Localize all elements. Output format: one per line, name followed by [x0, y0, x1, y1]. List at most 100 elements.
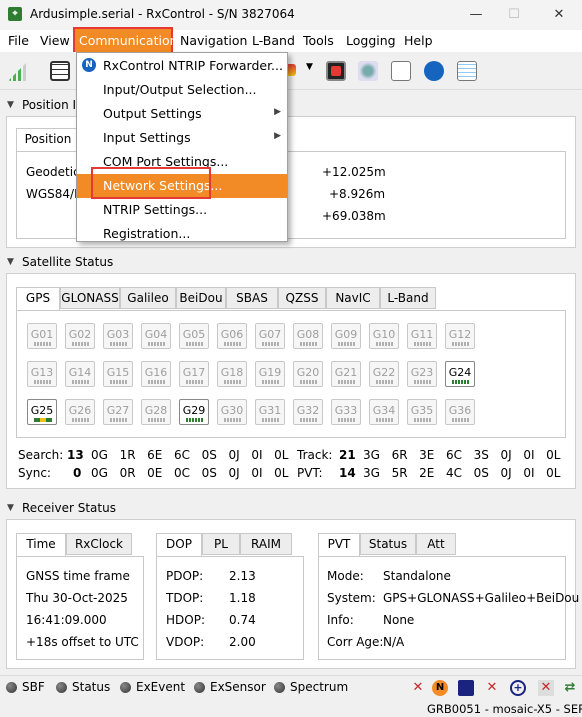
satellite-g08[interactable]: G08 [293, 323, 323, 349]
signal-bar [186, 342, 204, 346]
satellite-g19[interactable]: G19 [255, 361, 285, 387]
satellite-g02[interactable]: G02 [65, 323, 95, 349]
antenna-off-icon[interactable]: ✕ [410, 680, 426, 696]
menu-navigation[interactable]: Navigation [180, 33, 247, 48]
satellite-g01[interactable]: G01 [27, 323, 57, 349]
tab-l-band[interactable]: L-Band [380, 287, 436, 309]
tab-navic[interactable]: NavIC [326, 287, 380, 309]
satellite-g07[interactable]: G07 [255, 323, 285, 349]
satellite-g35[interactable]: G35 [407, 399, 437, 425]
satellite-g14[interactable]: G14 [65, 361, 95, 387]
tab-glonass[interactable]: GLONASS [60, 287, 120, 309]
status-spectrum[interactable]: Spectrum [290, 680, 348, 694]
exevent-led-icon [120, 682, 131, 693]
satellite-g09[interactable]: G09 [331, 323, 361, 349]
satellite-g22[interactable]: G22 [369, 361, 399, 387]
tab-gps[interactable]: GPS [16, 287, 60, 311]
satellite-label: G03 [106, 328, 130, 341]
ntrip-icon[interactable]: N [432, 680, 448, 696]
add-icon[interactable]: + [510, 680, 526, 696]
status-exsensor[interactable]: ExSensor [210, 680, 266, 694]
save-icon[interactable] [458, 680, 474, 696]
satellite-section-header[interactable]: ▼ Satellite Status [0, 253, 582, 273]
chevron-down-icon[interactable]: ▼ [306, 62, 313, 72]
tab-rxclock[interactable]: RxClock [66, 533, 132, 555]
status-status[interactable]: Status [72, 680, 110, 694]
tab-time[interactable]: Time [16, 533, 66, 557]
satellite-g17[interactable]: G17 [179, 361, 209, 387]
status-sbf[interactable]: SBF [22, 680, 45, 694]
chart-icon[interactable] [391, 61, 411, 81]
satellite-g29[interactable]: G29 [179, 399, 209, 425]
menu-item-registration[interactable]: Registration... [77, 222, 287, 246]
satellite-g04[interactable]: G04 [141, 323, 171, 349]
menu-item-label: Input Settings [103, 130, 191, 145]
sync-count: 0 [73, 466, 82, 480]
satellite-g28[interactable]: G28 [141, 399, 171, 425]
menu-lband[interactable]: L-Band [252, 33, 295, 48]
satellite-g03[interactable]: G03 [103, 323, 133, 349]
record-icon[interactable] [326, 61, 346, 81]
satellite-icon[interactable] [358, 61, 378, 81]
satellite-g32[interactable]: G32 [293, 399, 323, 425]
satellite-g26[interactable]: G26 [65, 399, 95, 425]
satellite-g20[interactable]: G20 [293, 361, 323, 387]
tab-galileo[interactable]: Galileo [120, 287, 176, 309]
satellite-g06[interactable]: G06 [217, 323, 247, 349]
tab-pl[interactable]: PL [202, 533, 240, 555]
window-title: Ardusimple.serial - RxControl - S/N 3827… [30, 7, 295, 21]
tab-raim[interactable]: RAIM [240, 533, 292, 555]
satellite-g12[interactable]: G12 [445, 323, 475, 349]
menu-item-input-settings[interactable]: Input Settings ▶ [77, 126, 287, 150]
menu-communication[interactable]: Communication [73, 27, 178, 55]
satellite-g36[interactable]: G36 [445, 399, 475, 425]
receiver-section-header[interactable]: ▼ Receiver Status [0, 499, 582, 519]
satellite-g13[interactable]: G13 [27, 361, 57, 387]
tab-pvt[interactable]: PVT [318, 533, 360, 557]
satellite-label: G18 [220, 366, 244, 379]
status-exevent[interactable]: ExEvent [136, 680, 185, 694]
menu-view[interactable]: View [40, 33, 70, 48]
tab-sbas[interactable]: SBAS [226, 287, 278, 309]
menu-item-input-output-selection[interactable]: Input/Output Selection... [77, 78, 287, 102]
grid-icon[interactable] [50, 61, 70, 81]
satellite-g10[interactable]: G10 [369, 323, 399, 349]
menu-item-output-settings[interactable]: Output Settings ▶ [77, 102, 287, 126]
minimize-button[interactable]: — [462, 4, 490, 26]
satellite-g21[interactable]: G21 [331, 361, 361, 387]
transfer-icon[interactable]: ⇄ [562, 680, 578, 696]
spectrum-led-icon [274, 682, 285, 693]
menu-help[interactable]: Help [404, 33, 433, 48]
tab-att[interactable]: Att [416, 533, 456, 555]
satellite-g31[interactable]: G31 [255, 399, 285, 425]
list-icon[interactable] [457, 61, 477, 81]
satellite-g18[interactable]: G18 [217, 361, 247, 387]
satellite-g33[interactable]: G33 [331, 399, 361, 425]
tab-qzss[interactable]: QZSS [278, 287, 326, 309]
menu-tools[interactable]: Tools [303, 33, 334, 48]
close-button[interactable]: ✕ [545, 4, 573, 26]
menu-item-rxcontrol-ntrip-forwarder[interactable]: RxControl NTRIP Forwarder... [77, 54, 287, 78]
satellite-g24[interactable]: G24 [445, 361, 475, 387]
satellite-g15[interactable]: G15 [103, 361, 133, 387]
satellite-g34[interactable]: G34 [369, 399, 399, 425]
menu-file[interactable]: File [8, 33, 29, 48]
tab-beidou[interactable]: BeiDou [176, 287, 226, 309]
menu-item-ntrip-settings[interactable]: NTRIP Settings... [77, 198, 287, 222]
network-off-icon[interactable]: ✕ [538, 680, 554, 696]
tab-position[interactable]: Position [16, 128, 80, 152]
satellite-g11[interactable]: G11 [407, 323, 437, 349]
tab-status[interactable]: Status [360, 533, 416, 555]
satellite-g25[interactable]: G25 [27, 399, 57, 425]
satellite-g27[interactable]: G27 [103, 399, 133, 425]
satellite-g16[interactable]: G16 [141, 361, 171, 387]
signal-icon[interactable] [8, 61, 28, 81]
menu-logging[interactable]: Logging [346, 33, 396, 48]
tool-off-icon[interactable]: ✕ [484, 680, 500, 696]
satellite-g30[interactable]: G30 [217, 399, 247, 425]
maximize-button[interactable]: ☐ [500, 4, 528, 26]
tab-dop[interactable]: DOP [156, 533, 202, 557]
search-icon[interactable] [424, 61, 444, 81]
satellite-g05[interactable]: G05 [179, 323, 209, 349]
satellite-g23[interactable]: G23 [407, 361, 437, 387]
